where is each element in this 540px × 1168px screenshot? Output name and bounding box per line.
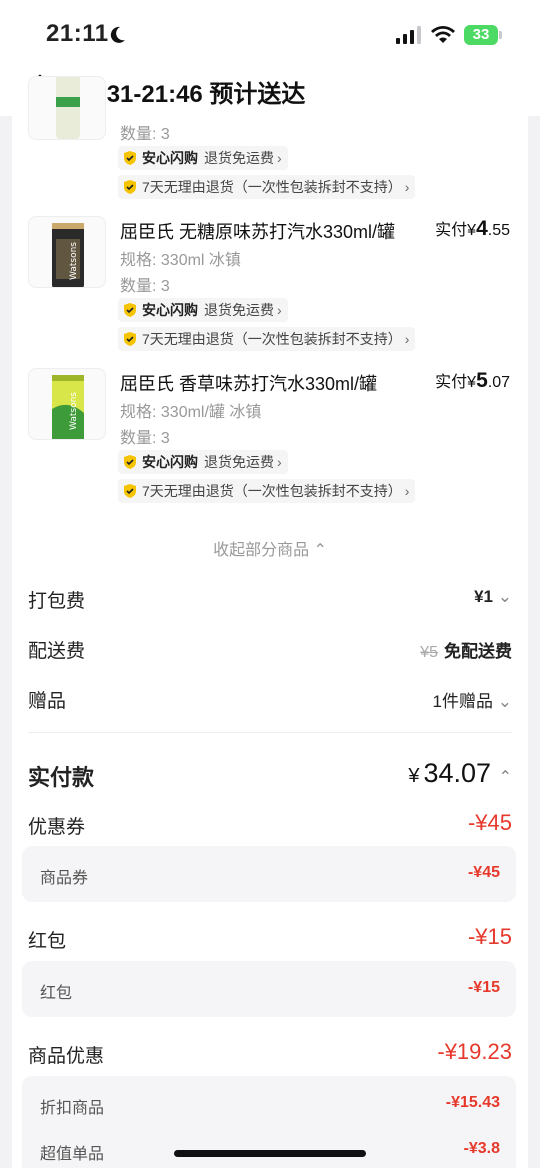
battery-icon: 33 [464, 25, 504, 47]
product-tag-flash[interactable]: 安心闪购 退货免运费 › [118, 298, 288, 322]
shield-check-icon [124, 180, 136, 194]
product-tag-return[interactable]: 7天无理由退货（一次性包装拆封不支持） › [118, 479, 416, 503]
divider [28, 732, 512, 733]
shield-check-icon [124, 151, 136, 165]
status-time: 21:11 [46, 20, 109, 47]
signal-icon [396, 26, 421, 44]
coupon-row: 优惠券 -¥45 [28, 810, 512, 838]
total-row[interactable]: 实付款 ¥34.07 ⌃ [28, 758, 512, 790]
product-title[interactable]: 屈臣氏 香草味苏打汽水330ml/罐 [120, 370, 410, 396]
shield-check-icon [124, 455, 136, 469]
coupon-detail-box: 商品券 -¥45 [22, 846, 516, 902]
moon-icon [110, 26, 125, 43]
shield-check-icon [124, 303, 136, 317]
chevron-right-icon: › [277, 150, 282, 166]
product-price: 实付¥4.55 [435, 217, 510, 240]
shield-check-icon [124, 484, 136, 498]
chevron-right-icon: › [404, 483, 410, 499]
status-bar: 21:11 33 [0, 0, 540, 70]
product-qty: 数量: 3 [120, 278, 170, 295]
product-spec: 规格: 330ml 冰镇 [120, 252, 241, 269]
packing-fee-row[interactable]: 打包费 ¥1 ⌄ [28, 586, 512, 616]
product-tag-return[interactable]: 7天无理由退货（一次性包装拆封不支持） › [118, 175, 416, 199]
product-image[interactable]: Watsons [28, 368, 106, 440]
product-tag-flash[interactable]: 安心闪购 退货免运费 › [118, 450, 288, 474]
product-image[interactable]: Watsons [28, 216, 106, 288]
order-card: 数量: 3 安心闪购 退货免运费 › 7天无理由退货（一次性包装拆封不支持） ›… [12, 76, 528, 1168]
chevron-up-icon: ⌃ [313, 542, 327, 559]
redpacket-row: 红包 -¥15 [28, 924, 512, 952]
product-tag-return[interactable]: 7天无理由退货（一次性包装拆封不支持） › [118, 327, 416, 351]
battery-level: 33 [472, 26, 490, 43]
shield-check-icon [124, 332, 136, 346]
gift-row[interactable]: 赠品 1件赠品 ⌄ [28, 686, 512, 716]
home-indicator[interactable] [174, 1150, 366, 1157]
soda-can-icon: Watsons [52, 223, 84, 287]
chevron-up-icon: ⌃ [498, 769, 512, 786]
chevron-down-icon: ⌄ [497, 692, 512, 711]
product-price: 实付¥5.07 [435, 369, 510, 392]
page-title: 21:31-21:46 预计送达 [72, 81, 306, 108]
chevron-down-icon: ⌄ [497, 587, 512, 606]
product-qty: 数量: 3 [120, 126, 170, 143]
product-title[interactable]: 屈臣氏 无糖原味苏打汽水330ml/罐 [120, 218, 410, 244]
product-tag-flash[interactable]: 安心闪购 退货免运费 › [118, 146, 288, 170]
soda-can-icon [56, 77, 80, 139]
chevron-right-icon: › [404, 179, 410, 195]
product-discount-row: 商品优惠 -¥19.23 [28, 1039, 512, 1067]
collapse-products-button[interactable]: 收起部分商品 ⌃ [12, 536, 528, 560]
svg-text:Watsons: Watsons [69, 392, 79, 430]
product-qty: 数量: 3 [120, 430, 170, 447]
svg-text:Watsons: Watsons [69, 242, 79, 280]
product-image[interactable] [28, 76, 106, 140]
chevron-right-icon: › [404, 331, 410, 347]
chevron-right-icon: › [277, 302, 282, 318]
soda-can-icon: Watsons [52, 375, 84, 439]
delivery-fee-row: 配送费 ¥5 免配送费 [28, 641, 512, 662]
product-spec: 规格: 330ml/罐 冰镇 [120, 404, 262, 421]
chevron-right-icon: › [277, 454, 282, 470]
redpacket-detail-box: 红包 -¥15 [22, 961, 516, 1017]
wifi-icon [431, 26, 455, 43]
